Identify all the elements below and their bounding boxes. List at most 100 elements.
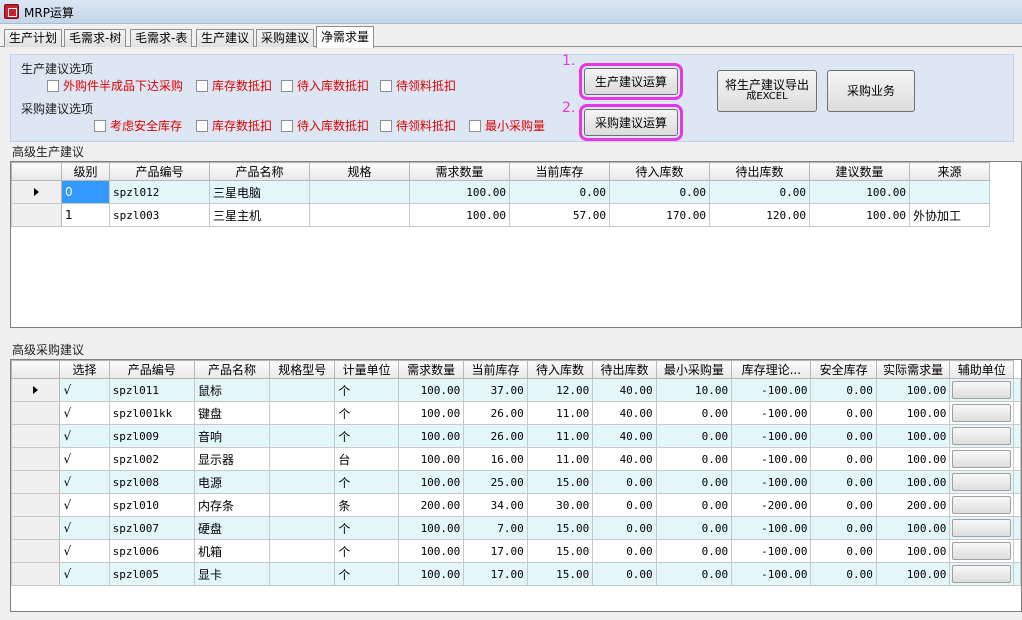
purchase-calc-button[interactable]: 采购建议运算 — [579, 104, 683, 141]
grid-cell[interactable]: 显卡 — [193, 562, 271, 586]
grid-cell[interactable]: 电源 — [193, 470, 271, 494]
col-product-code[interactable]: 产品编号 — [109, 162, 210, 181]
tab-gross-demand-table[interactable]: 毛需求-表 — [130, 29, 193, 47]
col-aux-unit[interactable]: 辅助单位 — [949, 360, 1014, 379]
grid-cell[interactable]: 0.00 — [655, 539, 733, 563]
col-spec[interactable]: 规格 — [309, 162, 410, 181]
table-row[interactable]: √ spzl001kk 键盘个 100.00 26.00 11.00 40.00 0.00 -1… — [11, 401, 1021, 425]
export-excel-button[interactable]: 将生产建议导出 成EXCEL — [717, 70, 817, 112]
grid-cell[interactable]: 15.00 — [526, 539, 594, 563]
table-row[interactable]: √ spzl008 电源个 100.00 25.00 15.00 0.00 0.00 -100.… — [11, 470, 1021, 494]
grid-cell[interactable]: 100.00 — [875, 424, 951, 448]
grid-cell[interactable]: 37.00 — [463, 378, 528, 402]
grid-cell[interactable] — [269, 470, 336, 494]
grid-cell[interactable]: 11.00 — [526, 424, 594, 448]
grid-cell[interactable]: 0.00 — [810, 378, 877, 402]
grid-cell[interactable]: 0.00 — [655, 516, 733, 540]
checkbox[interactable] — [281, 79, 293, 92]
col-demand-qty[interactable]: 需求数量 — [409, 162, 510, 181]
opt-pur-stock-deduct[interactable]: 库存数抵扣 — [196, 117, 272, 134]
grid-cell[interactable]: -100.00 — [731, 424, 812, 448]
opt-safety-stock[interactable]: 考虑安全库存 — [94, 117, 182, 134]
aux-unit-button[interactable] — [952, 565, 1011, 583]
grid-cell[interactable]: 个 — [334, 516, 399, 540]
grid-cell[interactable]: 100.00 — [875, 470, 951, 494]
grid-cell[interactable]: 音响 — [193, 424, 271, 448]
grid-cell[interactable] — [269, 539, 336, 563]
grid-cell[interactable]: 0.00 — [655, 424, 733, 448]
grid-cell[interactable]: 100.00 — [875, 401, 951, 425]
grid-cell[interactable]: 0.00 — [810, 562, 877, 586]
col-demand-qty[interactable]: 需求数量 — [397, 360, 465, 379]
purchase-business-button[interactable]: 采购业务 — [827, 70, 915, 112]
grid-cell[interactable]: 200.00 — [397, 493, 465, 517]
select-check-cell[interactable]: √ — [59, 447, 110, 471]
grid-cell[interactable]: 0.00 — [810, 539, 877, 563]
row-selector[interactable] — [11, 447, 61, 471]
opt-pur-incoming-deduct[interactable]: 待入库数抵扣 — [281, 117, 369, 134]
grid-cell[interactable]: 0.00 — [592, 493, 657, 517]
grid-cell[interactable]: 0.00 — [810, 493, 877, 517]
col-stock-theory[interactable]: 库存理论... — [731, 360, 812, 379]
tab-gross-demand-tree[interactable]: 毛需求-树 — [64, 29, 127, 47]
grid-cell[interactable]: 0.00 — [655, 470, 733, 494]
grid-cell[interactable]: 台 — [334, 447, 399, 471]
col-actual-demand[interactable]: 实际需求量 — [875, 360, 951, 379]
grid-cell[interactable] — [269, 378, 336, 402]
tab-production-plan[interactable]: 生产计划 — [4, 29, 63, 47]
opt-outsource-purchase[interactable]: 外购件半成品下达采购 — [47, 77, 183, 94]
row-selector[interactable] — [11, 539, 61, 563]
col-incoming[interactable]: 待入库数 — [526, 360, 594, 379]
checkbox[interactable] — [281, 119, 293, 132]
grid-cell[interactable]: 条 — [334, 493, 399, 517]
col-source[interactable]: 来源 — [909, 162, 990, 181]
grid-cell[interactable]: spzl006 — [108, 539, 195, 563]
grid-cell[interactable]: 16.00 — [463, 447, 528, 471]
select-check-cell[interactable]: √ — [59, 562, 110, 586]
grid-cell[interactable]: 鼠标 — [193, 378, 271, 402]
col-suggested-qty[interactable]: 建议数量 — [809, 162, 910, 181]
col-current-stock[interactable]: 当前库存 — [509, 162, 610, 181]
table-row[interactable]: √ spzl002 显示器台 100.00 16.00 11.00 40.00 0.00 -10… — [11, 447, 1021, 471]
grid-cell[interactable]: spzl002 — [108, 447, 195, 471]
grid-cell[interactable]: 26.00 — [463, 401, 528, 425]
table-row[interactable]: √ spzl005 显卡个 100.00 17.00 15.00 0.00 0.00 -100.… — [11, 562, 1021, 586]
grid-cell[interactable]: 100.00 — [875, 447, 951, 471]
checkbox[interactable] — [47, 79, 59, 92]
select-check-cell[interactable]: √ — [59, 493, 110, 517]
grid-cell[interactable]: 17.00 — [463, 562, 528, 586]
grid-cell[interactable]: 15.00 — [526, 516, 594, 540]
grid-cell[interactable]: 0.00 — [655, 447, 733, 471]
aux-unit-button[interactable] — [952, 519, 1011, 537]
grid-cell[interactable]: -100.00 — [731, 539, 812, 563]
col-select[interactable]: 选择 — [59, 360, 110, 379]
grid-cell[interactable]: 个 — [334, 378, 399, 402]
grid-cell[interactable]: 0.00 — [810, 516, 877, 540]
opt-prod-pick-deduct[interactable]: 待领料抵扣 — [380, 77, 456, 94]
aux-unit-button[interactable] — [952, 404, 1011, 422]
table-row[interactable]: √ spzl011 鼠标个 100.00 37.00 12.00 40.00 10.00 -10… — [11, 378, 1021, 402]
row-selector[interactable] — [11, 180, 62, 204]
grid-cell[interactable] — [269, 562, 336, 586]
col-spec-model[interactable]: 规格型号 — [269, 360, 336, 379]
grid-cell[interactable]: 30.00 — [526, 493, 594, 517]
grid-cell[interactable]: 12.00 — [526, 378, 594, 402]
aux-unit-button[interactable] — [952, 427, 1011, 445]
row-selector[interactable] — [11, 470, 61, 494]
col-safety-stock[interactable]: 安全库存 — [810, 360, 877, 379]
table-row[interactable]: √ spzl009 音响个 100.00 26.00 11.00 40.00 0.00 -100… — [11, 424, 1021, 448]
grid-cell[interactable]: spzl001kk — [108, 401, 195, 425]
grid-cell[interactable]: 100.00 — [397, 516, 465, 540]
opt-min-purchase[interactable]: 最小采购量 — [469, 117, 545, 134]
grid-cell[interactable]: 100.00 — [397, 562, 465, 586]
grid-cell[interactable]: -100.00 — [731, 447, 812, 471]
grid-cell[interactable]: 个 — [334, 470, 399, 494]
checkbox[interactable] — [196, 79, 208, 92]
table-row[interactable]: 0 spzl012 三星电脑 100.00 0.00 0.00 0.00 100… — [11, 180, 990, 204]
grid-cell[interactable]: spzl007 — [108, 516, 195, 540]
table-row[interactable]: √ spzl010 内存条条 200.00 34.00 30.00 0.00 0.00 -200… — [11, 493, 1021, 517]
grid-cell[interactable] — [269, 493, 336, 517]
grid-cell[interactable]: 11.00 — [526, 401, 594, 425]
grid-cell[interactable]: 40.00 — [592, 447, 657, 471]
aux-unit-button[interactable] — [952, 473, 1011, 491]
